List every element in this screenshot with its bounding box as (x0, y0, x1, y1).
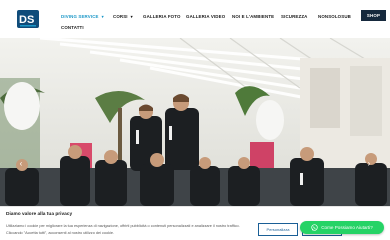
whatsapp-icon (311, 224, 318, 231)
main-nav: DIVING SERVICE ▾ CORSI ▾ GALLERIA FOTO G… (61, 10, 351, 22)
nav-galleria-foto[interactable]: GALLERIA FOTO (143, 14, 186, 19)
nav-contatti[interactable]: CONTATTI (61, 25, 84, 30)
hero-image (0, 38, 390, 206)
svg-text:DS: DS (19, 14, 34, 26)
cookie-title: Diamo valore alla tua privacy (6, 212, 73, 217)
shop-button-label: SHOP (366, 13, 381, 18)
nav-nonsolosub-label: NONSOLOSUB (318, 13, 351, 19)
nav-galleria-video[interactable]: GALLERIA VIDEO (186, 14, 232, 19)
hero-slider: ‹ › (0, 38, 390, 206)
nav-noi-ambiente-label: NOI E L'AMBIENTE (232, 13, 275, 19)
cookie-text: Utilizziamo i cookie per migliorare la t… (6, 224, 240, 235)
nav-corsi[interactable]: CORSI ▾ (113, 14, 143, 19)
nav-corsi-label: CORSI (113, 13, 128, 19)
nav-diving-service[interactable]: DIVING SERVICE ▾ (61, 14, 113, 19)
chevron-down-icon: ▾ (101, 13, 104, 19)
nav-nonsolosub[interactable]: NONSOLOSUB (318, 14, 351, 19)
customize-button[interactable]: Personalizza (258, 223, 298, 236)
whatsapp-label: Come Possiamo Aiutarti? (321, 225, 373, 230)
chevron-left-icon: ‹ (19, 158, 23, 168)
whatsapp-chat-button[interactable]: Come Possiamo Aiutarti? (300, 221, 384, 234)
nav-diving-service-label: DIVING SERVICE (61, 13, 99, 19)
site-header: DS DIVING SERVICE ▾ CORSI ▾ GALLERIA FOT… (0, 0, 390, 38)
logo-icon[interactable]: DS (16, 8, 40, 30)
nav-sicurezza[interactable]: SICUREZZA (281, 14, 318, 19)
main-nav-row2: CONTATTI (61, 22, 84, 32)
slider-next-button[interactable]: › (364, 158, 374, 168)
nav-contatti-label: CONTATTI (61, 24, 84, 30)
shop-button[interactable]: SHOP (361, 10, 386, 21)
nav-noi-ambiente[interactable]: NOI E L'AMBIENTE (232, 14, 281, 19)
slider-prev-button[interactable]: ‹ (16, 158, 26, 168)
chevron-right-icon: › (367, 158, 371, 168)
nav-sicurezza-label: SICUREZZA (281, 13, 308, 19)
chevron-down-icon: ▾ (130, 13, 133, 19)
customize-button-label: Personalizza (266, 227, 290, 232)
nav-galleria-foto-label: GALLERIA FOTO (143, 13, 181, 19)
nav-galleria-video-label: GALLERIA VIDEO (186, 13, 226, 19)
